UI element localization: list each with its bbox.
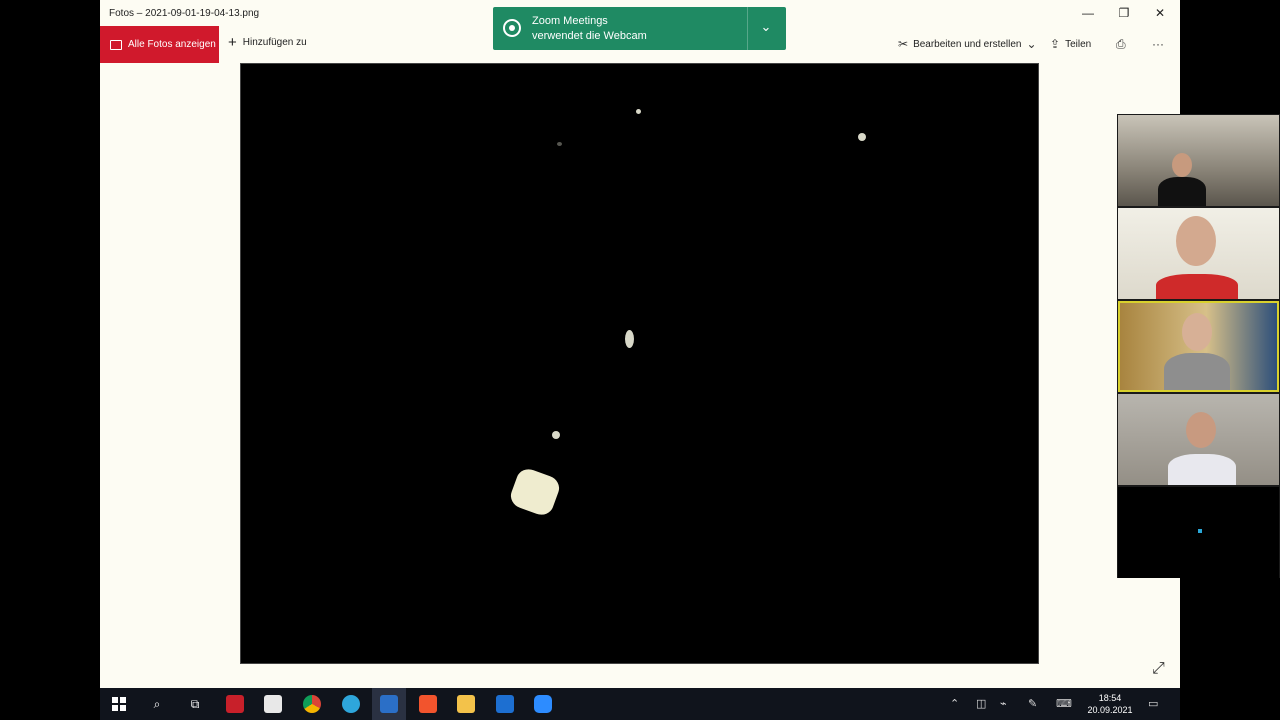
- chevron-down-icon[interactable]: ⌄: [751, 19, 781, 35]
- zoom-icon[interactable]: [534, 695, 552, 713]
- notification-message: verwendet die Webcam: [532, 30, 647, 42]
- zoom-webcam-notification[interactable]: Zoom Meetings verwendet die Webcam ⌄: [493, 7, 786, 50]
- print-icon: ⎙: [1116, 37, 1126, 51]
- divider: [747, 7, 748, 50]
- edit-create-label: Bearbeiten und erstellen: [913, 38, 1022, 50]
- participant-video-off[interactable]: [1118, 487, 1279, 578]
- network-icon[interactable]: ⌁: [1000, 697, 1007, 710]
- clock[interactable]: 18:54 20.09.2021: [1086, 692, 1134, 716]
- search-icon[interactable]: ⌕: [148, 695, 166, 713]
- taskbar: ⌕ ⧉ ⌃ ◫ ⌁ ✎ ⌨ 18:54 20.09.2021 ▭: [100, 688, 1180, 720]
- window-title: Fotos – 2021-09-01-19-04-13.png: [109, 8, 260, 19]
- avatar: [1186, 412, 1216, 448]
- webcam-icon: [503, 19, 521, 37]
- app-tray-icon[interactable]: ◫: [976, 697, 986, 710]
- more-options-button[interactable]: ···: [1152, 37, 1164, 51]
- light-spot: [625, 330, 634, 348]
- photos-app-window: Fotos – 2021-09-01-19-04-13.png — ❐ ✕ Al…: [100, 0, 1180, 688]
- pen-icon[interactable]: ✎: [1028, 697, 1037, 710]
- avatar: [1164, 353, 1230, 390]
- add-to-label: Hinzufügen zu: [242, 37, 307, 48]
- light-spot: [636, 109, 641, 114]
- light-spot: [552, 431, 560, 439]
- all-photos-label: Alle Fotos anzeigen: [128, 39, 216, 50]
- photo-icon: [110, 39, 122, 50]
- participant-video[interactable]: [1118, 115, 1279, 206]
- chrome-icon[interactable]: [303, 695, 321, 713]
- close-button[interactable]: ✕: [1142, 0, 1178, 26]
- desktop: Fotos – 2021-09-01-19-04-13.png — ❐ ✕ Al…: [0, 0, 1280, 720]
- store-icon[interactable]: [264, 695, 282, 713]
- media-icon[interactable]: [496, 695, 514, 713]
- pdf-icon[interactable]: [226, 695, 244, 713]
- time: 18:54: [1098, 693, 1122, 703]
- restore-button[interactable]: ❐: [1106, 0, 1142, 26]
- share-label: Teilen: [1065, 38, 1092, 50]
- minimize-button[interactable]: —: [1070, 0, 1106, 26]
- plus-icon: +: [228, 33, 237, 51]
- windows-start-icon[interactable]: [110, 695, 128, 713]
- avatar: [1176, 216, 1216, 266]
- print-button[interactable]: ⎙: [1116, 37, 1126, 52]
- brave-icon[interactable]: [419, 695, 437, 713]
- file-explorer-icon[interactable]: [457, 695, 475, 713]
- participant-video[interactable]: [1118, 394, 1279, 485]
- avatar: [1158, 177, 1206, 206]
- avatar: [1168, 454, 1236, 485]
- edit-icon: ✂: [898, 37, 909, 51]
- participant-video[interactable]: [1118, 208, 1279, 299]
- share-icon: ⇪: [1050, 37, 1061, 51]
- status-indicator: [1198, 529, 1202, 533]
- light-spot: [557, 142, 562, 146]
- light-spot: [858, 133, 866, 141]
- add-to-button[interactable]: + Hinzufügen zu: [228, 33, 307, 51]
- avatar: [1172, 153, 1192, 177]
- notification-app: Zoom Meetings: [532, 15, 608, 27]
- photos-icon[interactable]: [380, 695, 398, 713]
- participant-video-active[interactable]: [1118, 301, 1279, 392]
- photo-viewer[interactable]: [240, 63, 1039, 664]
- all-photos-button[interactable]: Alle Fotos anzeigen: [100, 26, 219, 63]
- keyboard-icon[interactable]: ⌨: [1056, 697, 1072, 710]
- more-icon: ···: [1152, 37, 1164, 51]
- edit-create-button[interactable]: ✂ Bearbeiten und erstellen ⌄: [898, 37, 1037, 51]
- task-view-icon[interactable]: ⧉: [186, 695, 204, 713]
- chevron-down-icon: ⌄: [1026, 37, 1037, 51]
- telegram-icon[interactable]: [342, 695, 360, 713]
- fullscreen-icon[interactable]: ⤢: [1152, 660, 1165, 678]
- date: 20.09.2021: [1087, 705, 1133, 715]
- notification-center-icon[interactable]: ▭: [1148, 697, 1158, 710]
- zoom-participant-strip: [1117, 114, 1280, 578]
- avatar: [1156, 274, 1238, 299]
- share-button[interactable]: ⇪ Teilen: [1050, 37, 1091, 51]
- chevron-up-icon[interactable]: ⌃: [950, 697, 959, 710]
- avatar: [1182, 313, 1212, 351]
- bright-object: [507, 465, 563, 519]
